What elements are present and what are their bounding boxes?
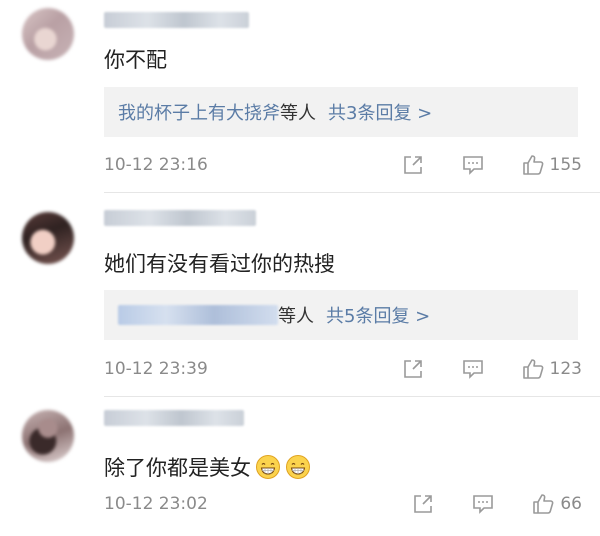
thumbs-up-icon <box>532 493 554 515</box>
avatar[interactable] <box>22 410 74 462</box>
like-button[interactable]: 155 <box>522 154 582 176</box>
share-button[interactable] <box>412 493 434 515</box>
comment-meta: 10-12 23:16 155 <box>104 152 582 178</box>
reply-user-names[interactable]: 我的杯子上有大挠斧 <box>118 99 280 125</box>
like-count: 66 <box>560 494 582 514</box>
comment-text-row: 除了你都是美女 <box>104 452 311 482</box>
comment-meta: 10-12 23:39 123 <box>104 356 582 382</box>
timestamp: 10-12 23:02 <box>104 494 208 514</box>
comment-icon <box>472 493 494 515</box>
reply-preview[interactable]: 等人 共5条回复 > <box>104 290 578 340</box>
username-blurred[interactable] <box>104 210 256 226</box>
like-count: 123 <box>549 359 582 379</box>
grin-icon <box>285 454 311 480</box>
reply-count-link[interactable]: 共3条回复 > <box>328 99 432 125</box>
reply-suffix: 等人 <box>278 306 314 327</box>
divider <box>104 192 600 193</box>
comment-button[interactable] <box>472 493 494 515</box>
username-blurred[interactable] <box>104 410 244 426</box>
like-count: 155 <box>549 155 582 175</box>
share-icon <box>402 154 424 176</box>
comment-text: 除了你都是美女 <box>104 456 251 480</box>
divider <box>104 396 600 397</box>
grin-icon <box>255 454 281 480</box>
share-button[interactable] <box>402 154 424 176</box>
comment-button[interactable] <box>462 358 484 380</box>
reply-preview[interactable]: 我的杯子上有大挠斧 等人 共3条回复 > <box>104 87 578 137</box>
share-button[interactable] <box>402 358 424 380</box>
share-icon <box>402 358 424 380</box>
thumbs-up-icon <box>522 154 544 176</box>
reply-user-names-blurred[interactable] <box>118 305 278 325</box>
comment-text: 她们有没有看过你的热搜 <box>104 252 335 276</box>
reply-suffix: 等人 <box>280 103 316 124</box>
comment-text: 你不配 <box>104 48 167 72</box>
avatar[interactable] <box>22 8 74 60</box>
comment-meta: 10-12 23:02 66 <box>104 491 582 517</box>
comment-icon <box>462 154 484 176</box>
share-icon <box>412 493 434 515</box>
like-button[interactable]: 123 <box>522 358 582 380</box>
avatar[interactable] <box>22 212 74 264</box>
comment-icon <box>462 358 484 380</box>
timestamp: 10-12 23:16 <box>104 155 208 175</box>
like-button[interactable]: 66 <box>532 493 582 515</box>
thumbs-up-icon <box>522 358 544 380</box>
reply-count-link[interactable]: 共5条回复 > <box>326 302 430 328</box>
username-blurred[interactable] <box>104 12 249 28</box>
timestamp: 10-12 23:39 <box>104 359 208 379</box>
comment-button[interactable] <box>462 154 484 176</box>
